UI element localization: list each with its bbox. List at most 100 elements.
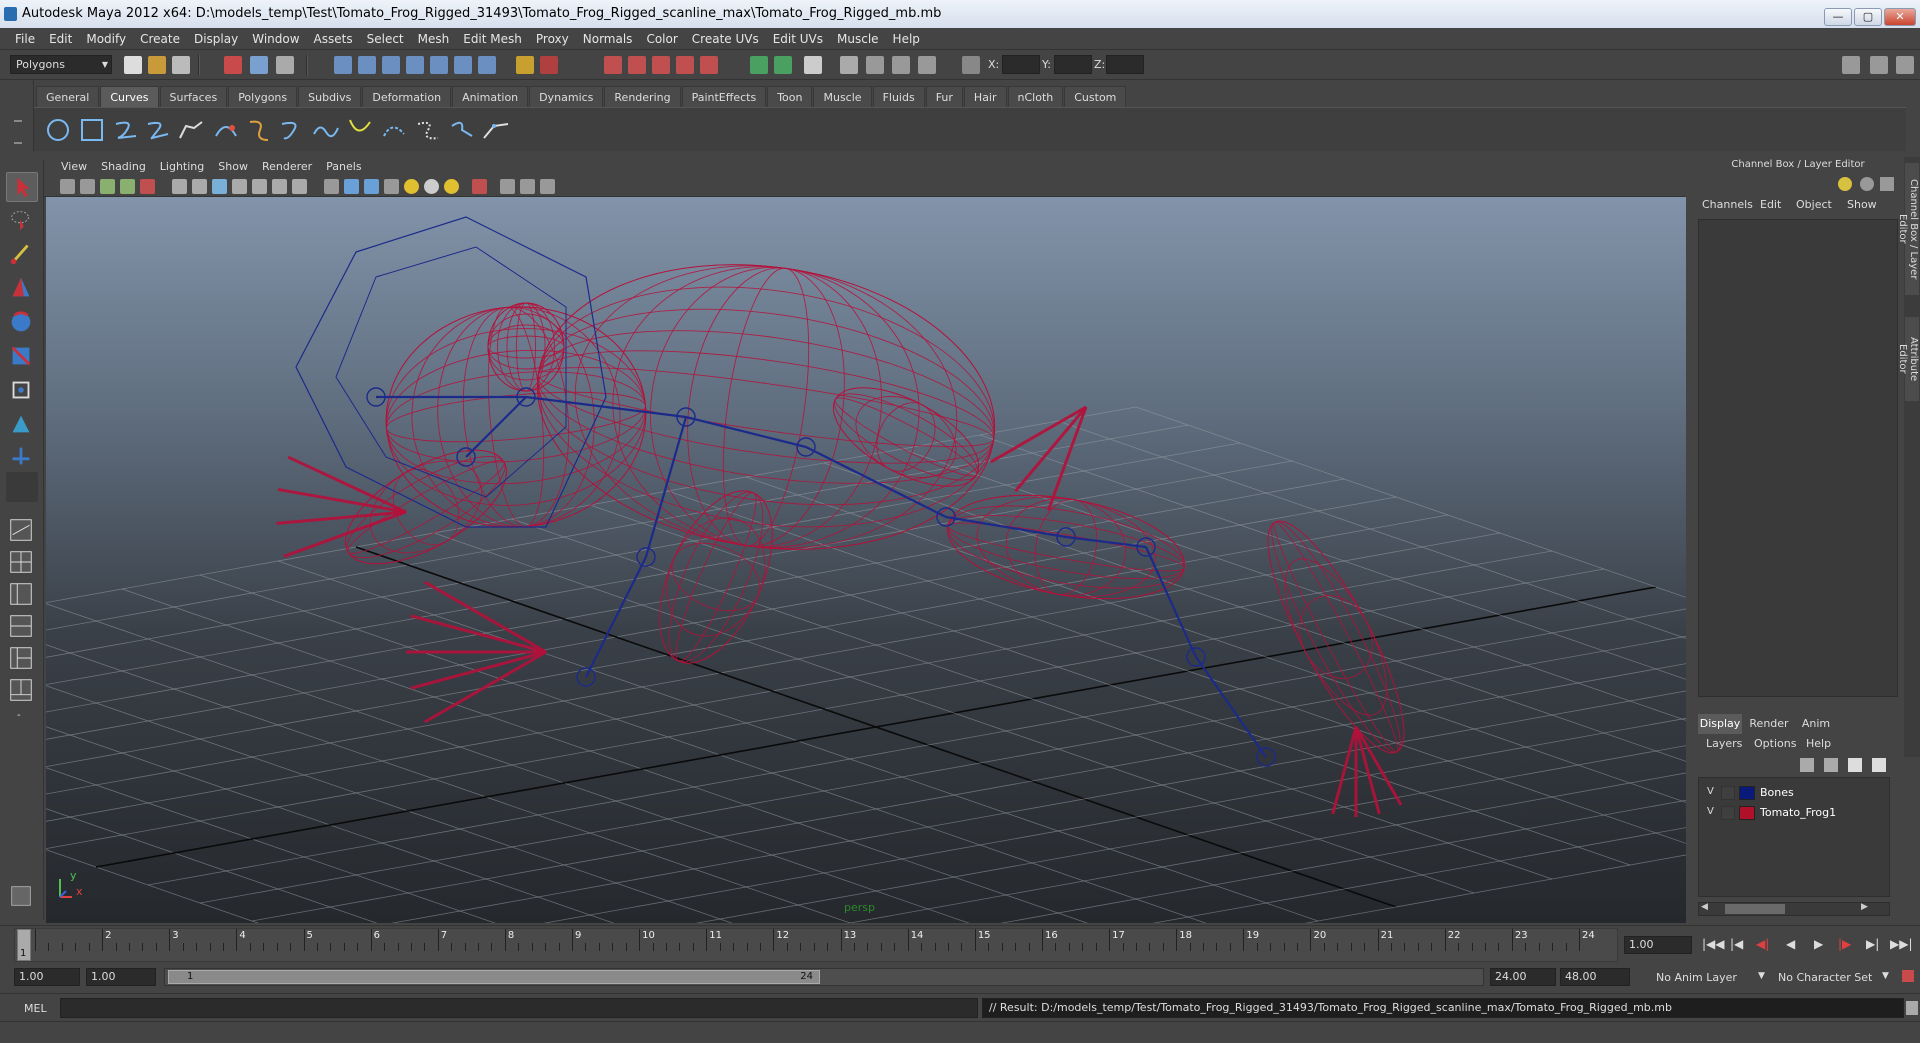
select-object-icon[interactable] [250,56,268,74]
soft-modification-icon[interactable] [6,410,38,440]
arc-tool-icon[interactable] [212,116,240,144]
shelf-tab-animation[interactable]: Animation [452,86,529,107]
show-manipulator-icon[interactable] [6,442,38,472]
menu-set-selector[interactable]: Polygons ▼ [10,55,112,74]
history-icon[interactable] [604,56,622,74]
layer-tab-anim[interactable]: Anim [1796,714,1836,734]
menu-display[interactable]: Display [187,32,245,46]
scale-tool-icon[interactable] [6,342,38,372]
ipr-render-icon[interactable] [700,56,718,74]
minimize-button[interactable]: — [1824,8,1852,26]
scroll-left-icon[interactable]: ◀ [1701,902,1708,912]
shelf-tab-painteffects[interactable]: PaintEffects [681,86,767,107]
menu-mesh[interactable]: Mesh [411,32,457,46]
toggle-channel-box-icon[interactable] [1896,56,1914,74]
screen-space-ao-icon[interactable] [444,179,459,194]
nurbs-square-icon[interactable] [78,116,106,144]
construction-icon[interactable] [628,56,646,74]
bookmarks-icon[interactable] [100,179,115,194]
grid-toggle-icon[interactable] [172,179,187,194]
shelf-tab-rendering[interactable]: Rendering [604,86,681,107]
textured-icon[interactable] [384,179,399,194]
save-scene-icon[interactable] [172,56,190,74]
shelf-tab-hair[interactable]: Hair [963,86,1007,107]
more-layouts-icon[interactable]: - [6,708,38,726]
viewport-menu-show[interactable]: Show [211,160,255,173]
rebuild-curve-icon[interactable] [414,116,442,144]
command-language-label[interactable]: MEL [24,1002,47,1015]
attach-curves-icon[interactable] [246,116,274,144]
layer-scroll-thumb[interactable] [1725,904,1785,914]
hypershade-icon[interactable] [840,56,858,74]
menu-help[interactable]: Help [886,32,927,46]
select-component-icon[interactable] [276,56,294,74]
snap-curve-icon[interactable] [358,56,376,74]
layers-menu[interactable]: Layers [1706,737,1742,750]
step-back-key-icon[interactable]: ◀| [1756,937,1769,951]
range-bar[interactable]: 1 24 [164,968,1484,986]
animation-end-field[interactable]: 48.00 [1560,968,1630,986]
safe-title-icon[interactable] [292,179,307,194]
select-hierarchy-icon[interactable] [224,56,242,74]
go-to-end-icon[interactable]: ▶▶| [1890,937,1913,951]
ep-curve-icon[interactable] [144,116,172,144]
layer-tab-render[interactable]: Render [1746,714,1792,734]
shelf-tab-subdivs[interactable]: Subdivs [298,86,362,107]
selection-highlight-icon[interactable] [540,56,558,74]
menu-create-uvs[interactable]: Create UVs [685,32,766,46]
shadows-icon[interactable] [424,179,439,194]
single-perspective-layout-icon[interactable] [6,516,38,546]
snap-view-icon[interactable] [478,56,496,74]
insert-knot-icon[interactable] [312,116,340,144]
viewport-menu-lighting[interactable]: Lighting [153,160,211,173]
menu-edit-uvs[interactable]: Edit UVs [766,32,830,46]
new-layer-icon[interactable] [1848,758,1862,772]
film-gate-icon[interactable] [192,179,207,194]
perspective-viewport[interactable]: persp y x [46,197,1686,923]
show-menu[interactable]: Show [1847,198,1877,211]
layer-display-type-toggle[interactable] [1721,806,1735,820]
camera-attributes-icon[interactable] [80,179,95,194]
move-layer-up-icon[interactable] [1800,758,1814,772]
shelf-tab-toon[interactable]: Toon [767,86,813,107]
viewport-menu-renderer[interactable]: Renderer [255,160,319,173]
snap-plane-icon[interactable] [406,56,424,74]
lights-icon[interactable] [918,56,936,74]
layer-color-swatch[interactable] [1739,786,1755,800]
attribute-editor-side-tab[interactable]: Attribute Editor [1897,317,1919,401]
menu-file[interactable]: File [8,32,42,46]
chevron-down-icon[interactable]: ▼ [1758,971,1765,981]
layer-tab-display[interactable]: Display [1698,714,1742,734]
step-forward-frame-icon[interactable]: ▶| [1866,937,1879,951]
shelf-tab-dynamics[interactable]: Dynamics [529,86,604,107]
shelf-tab-fluids[interactable]: Fluids [872,86,925,107]
x-field[interactable] [1002,55,1040,74]
command-input[interactable] [60,998,978,1018]
menu-assets[interactable]: Assets [307,32,360,46]
shelf-menu-icon[interactable] [14,120,22,144]
shelf-tab-custom[interactable]: Custom [1064,86,1127,107]
persp-outliner-layout-icon[interactable] [6,580,38,610]
use-all-lights-icon[interactable] [404,179,419,194]
snap-point-icon[interactable] [382,56,400,74]
anim-layer-selector[interactable]: No Anim Layer [1656,971,1737,984]
step-forward-key-icon[interactable]: |▶ [1838,937,1851,951]
image-plane-icon[interactable] [120,179,135,194]
layer-display-type-toggle[interactable] [1721,786,1735,800]
wireframe-icon[interactable] [324,179,339,194]
shelf-tab-general[interactable]: General [36,86,100,107]
render-view-icon[interactable] [652,56,670,74]
playback-start-field[interactable]: 1.00 [86,968,156,986]
viewport-menu-shading[interactable]: Shading [94,160,153,173]
field-chart-icon[interactable] [252,179,267,194]
menu-edit[interactable]: Edit [42,32,79,46]
menu-create[interactable]: Create [133,32,187,46]
close-button[interactable]: ✕ [1884,8,1916,26]
isolate-select-icon[interactable] [472,179,487,194]
select-tool-icon[interactable] [6,172,38,202]
add-points-icon[interactable] [448,116,476,144]
play-backwards-icon[interactable]: ◀ [1786,937,1795,951]
menu-edit-mesh[interactable]: Edit Mesh [456,32,529,46]
open-scene-icon[interactable] [148,56,166,74]
chevron-down-icon[interactable]: ▼ [1882,971,1889,981]
